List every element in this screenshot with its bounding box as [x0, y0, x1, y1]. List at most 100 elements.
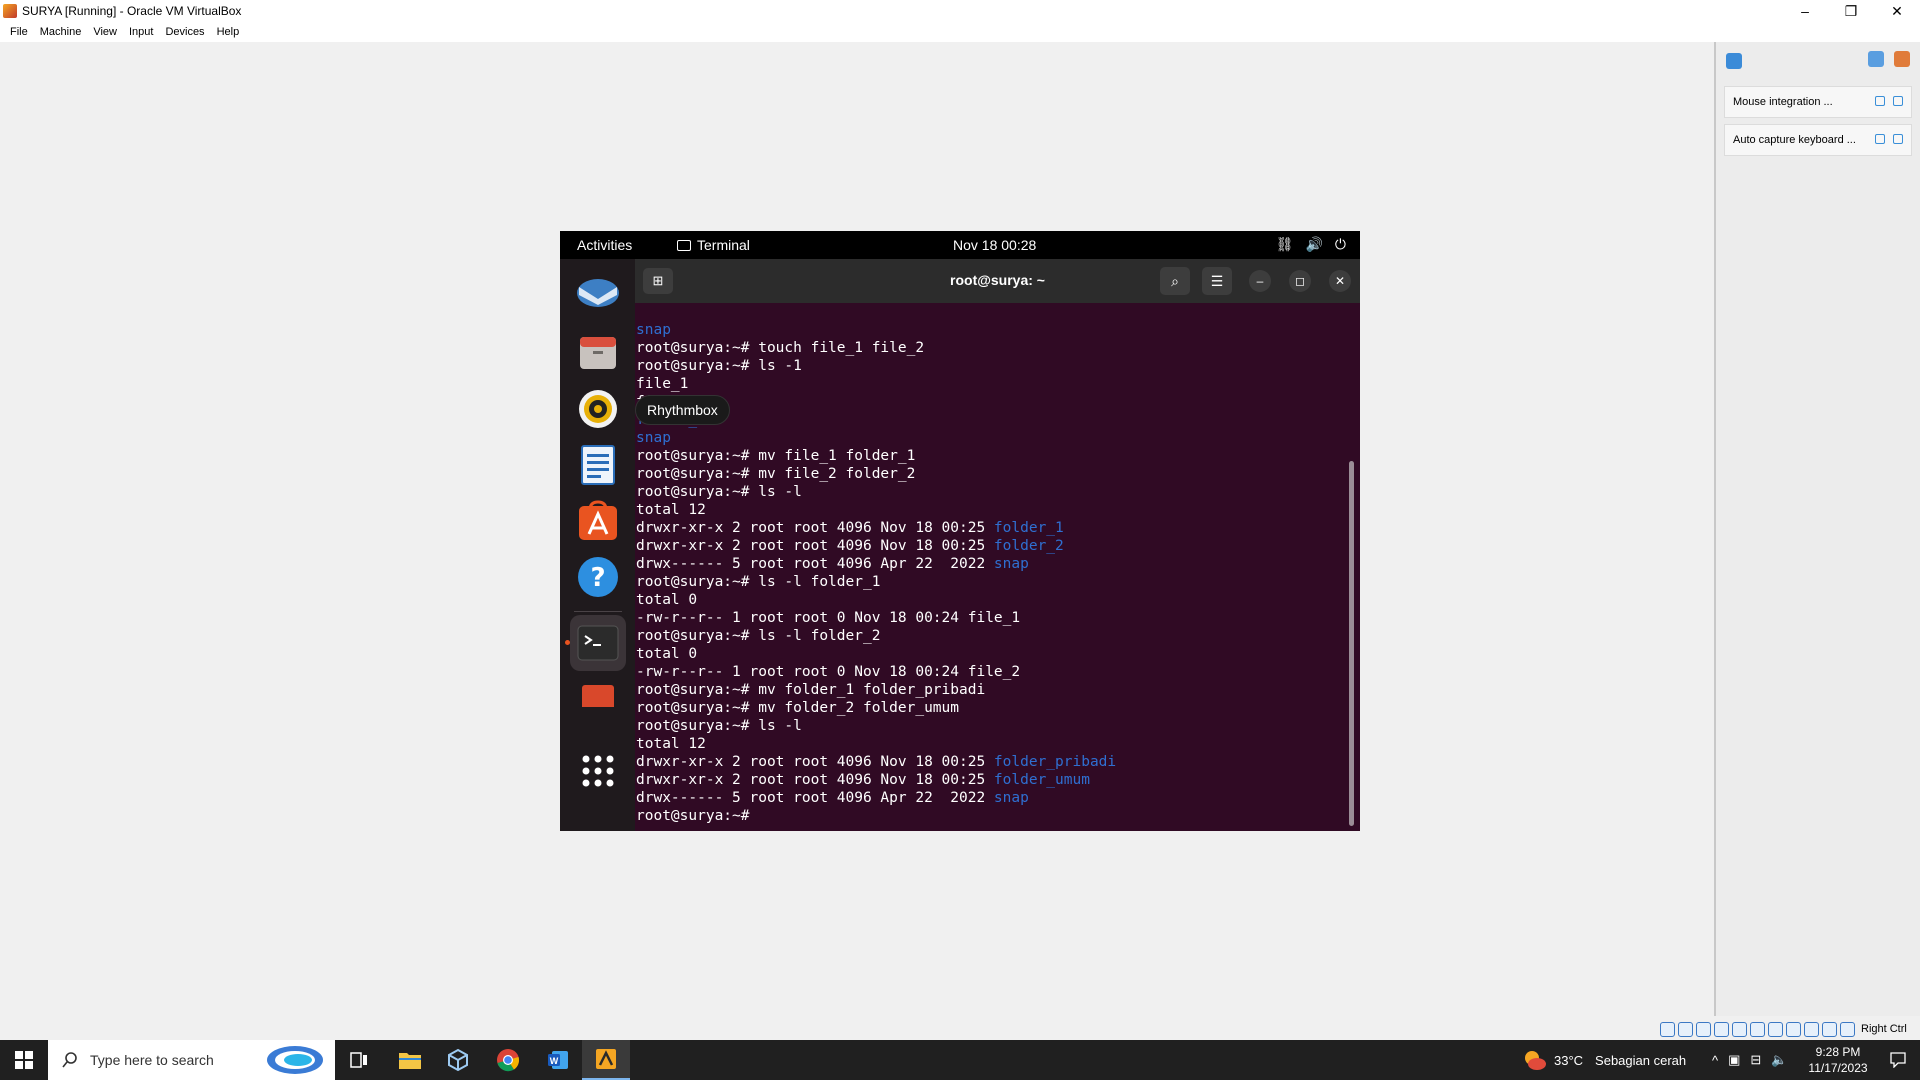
weather-temperature: 33°C — [1554, 1052, 1584, 1068]
message-icon[interactable] — [1726, 53, 1742, 69]
terminal-text: root@surya:~# mv file_1 folder_1 — [636, 448, 916, 464]
notification-auto-capture[interactable]: Auto capture keyboard ... — [1724, 124, 1912, 156]
weather-widget[interactable]: 33°C Sebagian cerah — [1522, 1040, 1686, 1080]
dock-rhythmbox[interactable] — [570, 381, 626, 437]
taskbar-file-explorer[interactable] — [386, 1040, 434, 1080]
directory-name: snap — [636, 430, 671, 446]
terminal-close-button[interactable]: ✕ — [1329, 270, 1351, 292]
close-button[interactable]: ✕ — [1874, 0, 1920, 22]
activities-button[interactable]: Activities — [577, 237, 632, 253]
window-titlebar: SURYA [Running] - Oracle VM VirtualBox –… — [0, 0, 1920, 22]
terminal-line: drwxr-xr-x 2 root root 4096 Nov 18 00:25… — [636, 753, 1116, 771]
close-notification-icon[interactable] — [1893, 95, 1903, 106]
taskbar-vm-window[interactable] — [582, 1040, 630, 1080]
app-icon — [582, 685, 614, 707]
dock-app-center[interactable] — [570, 493, 626, 549]
show-applications-button[interactable] — [570, 743, 626, 799]
terminal-text: total 0 — [636, 646, 698, 662]
dock-files[interactable] — [570, 325, 626, 381]
terminal-line: root@surya:~# ls -l folder_1 — [636, 573, 1116, 591]
terminal-text: root@surya:~# mv file_2 folder_2 — [636, 466, 916, 482]
directory-name: snap — [993, 790, 1029, 806]
help-icon: ? — [578, 557, 618, 597]
mouse-integration-icon[interactable] — [1822, 1021, 1837, 1037]
close-notification-icon[interactable] — [1893, 133, 1903, 144]
menu-input[interactable]: Input — [123, 26, 159, 38]
show-hidden-icons[interactable]: ^ — [1712, 1053, 1718, 1068]
taskbar-virtualbox-manager[interactable] — [434, 1040, 482, 1080]
taskbar-chrome[interactable] — [484, 1040, 532, 1080]
recording-icon[interactable] — [1786, 1021, 1801, 1037]
dock-tooltip: Rhythmbox — [635, 395, 730, 425]
guest-screen[interactable]: Activities Terminal Nov 18 00:28 ⛓ 🔊 ⏻ ? — [560, 231, 1360, 831]
terminal-line: -rw-r--r-- 1 root root 0 Nov 18 00:24 fi… — [636, 663, 1116, 681]
terminal-app-icon — [577, 625, 619, 661]
menu-button[interactable]: ☰ — [1202, 267, 1232, 295]
vm-window-icon — [596, 1049, 616, 1069]
terminal-text: file_1 — [636, 376, 689, 392]
collapse-icon[interactable] — [1867, 50, 1884, 67]
taskbar-clock[interactable]: 9:28 PM 11/17/2023 — [1800, 1044, 1876, 1076]
menu-view[interactable]: View — [87, 26, 123, 38]
terminal-scrollbar[interactable] — [1349, 461, 1354, 826]
network-icon[interactable] — [1714, 1021, 1729, 1037]
terminal-line: root@surya:~# mv folder_1 folder_pribadi — [636, 681, 1116, 699]
menu-devices[interactable]: Devices — [159, 26, 210, 38]
dock-terminal[interactable] — [570, 615, 626, 671]
rhythmbox-icon — [579, 390, 617, 428]
restore-button[interactable]: ❐ — [1828, 0, 1874, 22]
terminal-text: -rw-r--r-- 1 root root 0 Nov 18 00:24 fi… — [636, 610, 1021, 626]
dock-help[interactable]: ? — [570, 549, 626, 605]
usb-icon[interactable] — [1732, 1021, 1747, 1037]
terminal-text: root@surya:~# mv folder_2 folder_umum — [636, 700, 960, 716]
terminal-line: drwx------ 5 root root 4096 Apr 22 2022 … — [636, 555, 1116, 573]
clock-date: 11/17/2023 — [1808, 1061, 1868, 1075]
directory-name: folder_pribadi — [993, 754, 1117, 770]
meet-now-icon[interactable]: ▣ — [1728, 1052, 1740, 1068]
minimize-button[interactable]: – — [1782, 0, 1828, 22]
task-view-button[interactable] — [335, 1040, 383, 1080]
terminal-output[interactable]: snap root@surya:~# touch file_1 file_2roo… — [635, 303, 1360, 831]
shared-folder-icon[interactable] — [1750, 1021, 1765, 1037]
app-menu-terminal[interactable]: Terminal — [677, 237, 750, 253]
dock-thunderbird[interactable] — [570, 263, 626, 319]
taskbar-word[interactable]: W — [534, 1040, 582, 1080]
folder-icon — [399, 1053, 421, 1069]
hard-disk-icon[interactable] — [1660, 1021, 1675, 1037]
action-center-button[interactable] — [1876, 1040, 1920, 1080]
terminal-line: root@surya:~# touch file_1 file_2 — [636, 339, 1116, 357]
terminal-maximize-button[interactable]: ◻ — [1289, 270, 1311, 292]
cpu-icon[interactable] — [1804, 1021, 1819, 1037]
menu-machine[interactable]: Machine — [34, 26, 88, 38]
dont-show-icon[interactable] — [1875, 133, 1885, 144]
directory-name: folder_umum — [993, 772, 1090, 788]
terminal-line: root@surya:~# ls -l — [636, 483, 1116, 501]
top-bar-clock[interactable]: Nov 18 00:28 — [953, 237, 1036, 253]
start-button[interactable] — [0, 1040, 48, 1080]
terminal-minimize-button[interactable]: – — [1249, 270, 1271, 292]
dont-show-icon[interactable] — [1875, 95, 1885, 106]
network-icon[interactable]: ⊟ — [1750, 1052, 1761, 1068]
keyboard-capture-icon[interactable] — [1840, 1021, 1855, 1037]
audio-icon[interactable] — [1696, 1021, 1711, 1037]
terminal-line: root@surya:~# mv file_1 folder_1 — [636, 447, 1116, 465]
dismiss-all-icon[interactable] — [1894, 50, 1910, 67]
dock-separator — [574, 611, 622, 612]
menu-file[interactable]: File — [4, 26, 34, 38]
dock-libreoffice-writer[interactable] — [570, 437, 626, 493]
search-button[interactable]: ⌕ — [1160, 267, 1190, 295]
bing-highlight-icon — [267, 1046, 323, 1074]
volume-muted-icon[interactable]: 🔈 — [1771, 1052, 1787, 1068]
display-icon[interactable] — [1768, 1021, 1783, 1037]
notification-mouse-integration[interactable]: Mouse integration ... — [1724, 86, 1912, 118]
notification-panel: Mouse integration ... Auto capture keybo… — [1714, 42, 1920, 1016]
menu-help[interactable]: Help — [211, 26, 246, 38]
system-tray[interactable]: ⛓ 🔊 ⏻ — [1276, 236, 1346, 253]
optical-drive-icon[interactable] — [1678, 1021, 1693, 1037]
taskbar-search-box[interactable]: Type here to search — [48, 1040, 335, 1080]
volume-icon: 🔊 — [1305, 236, 1323, 252]
sun-cloud-icon — [1525, 1051, 1546, 1070]
dock-screenshot-app[interactable] — [570, 677, 626, 707]
notification-panel-header — [1716, 42, 1920, 80]
svg-text:?: ? — [590, 563, 605, 593]
